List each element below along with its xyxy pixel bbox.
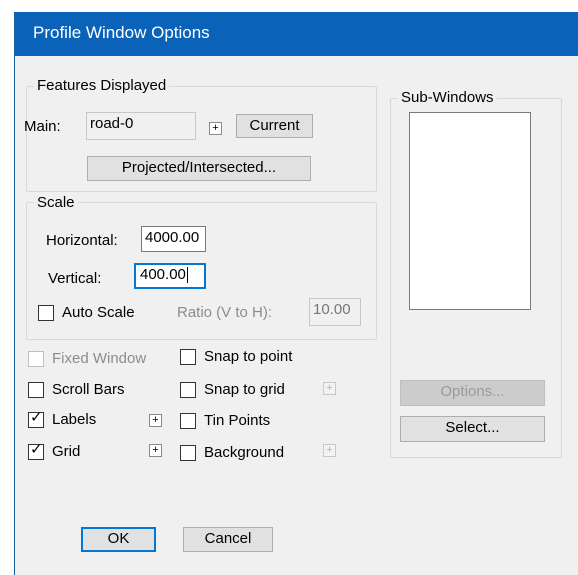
snap-to-point-label[interactable]: Snap to point <box>204 348 292 366</box>
select-button[interactable]: Select... <box>400 416 545 442</box>
dialog-window: Profile Window Options Features Displaye… <box>14 12 578 575</box>
snap-to-grid-checkbox[interactable] <box>180 382 196 398</box>
projected-intersected-button[interactable]: Projected/Intersected... <box>87 156 311 181</box>
auto-scale-checkbox[interactable] <box>38 305 54 321</box>
scroll-bars-label[interactable]: Scroll Bars <box>52 381 125 399</box>
main-expand-plus-icon[interactable]: + <box>209 122 222 135</box>
background-plus-icon: + <box>323 444 336 457</box>
fixed-window-checkbox <box>28 351 44 367</box>
labels-checkbox[interactable]: ✓ <box>28 409 44 428</box>
scroll-bars-checkbox[interactable] <box>28 382 44 398</box>
check-mark-icon: ✓ <box>30 409 43 426</box>
vertical-scale-input[interactable]: 400.00 <box>134 263 206 289</box>
auto-scale-label[interactable]: Auto Scale <box>62 304 135 322</box>
background-label[interactable]: Background <box>204 444 284 462</box>
labels-label[interactable]: Labels <box>52 411 96 429</box>
ratio-field: 10.00 <box>309 298 361 326</box>
vertical-label: Vertical: <box>48 270 102 287</box>
current-button[interactable]: Current <box>236 114 313 138</box>
snap-to-grid-label[interactable]: Snap to grid <box>204 381 285 399</box>
vertical-scale-value: 400.00 <box>140 266 186 283</box>
subwindows-legend: Sub-Windows <box>398 90 497 106</box>
grid-label[interactable]: Grid <box>52 443 80 461</box>
grid-checkbox[interactable]: ✓ <box>28 441 44 460</box>
horizontal-scale-input[interactable]: 4000.00 <box>141 226 206 252</box>
features-legend: Features Displayed <box>34 78 170 94</box>
horizontal-label: Horizontal: <box>46 232 118 249</box>
main-feature-field[interactable]: road-0 <box>86 112 196 140</box>
window-title: Profile Window Options <box>33 23 210 42</box>
background-checkbox[interactable] <box>180 445 196 461</box>
cancel-button[interactable]: Cancel <box>183 527 273 552</box>
labels-expand-plus-icon[interactable]: + <box>149 414 162 427</box>
main-label: Main: <box>24 118 61 135</box>
options-button: Options... <box>400 380 545 406</box>
snap-to-point-checkbox[interactable] <box>180 349 196 365</box>
scale-legend: Scale <box>34 195 78 211</box>
text-caret <box>186 267 188 284</box>
subwindows-list[interactable] <box>409 112 531 310</box>
grid-expand-plus-icon[interactable]: + <box>149 444 162 457</box>
tin-points-checkbox[interactable] <box>180 413 196 429</box>
tin-points-label[interactable]: Tin Points <box>204 412 270 430</box>
ratio-label: Ratio (V to H): <box>177 304 273 321</box>
check-mark-icon: ✓ <box>30 441 43 458</box>
title-bar[interactable]: Profile Window Options <box>15 12 578 56</box>
fixed-window-label: Fixed Window <box>52 350 147 367</box>
snap-to-grid-plus-icon: + <box>323 382 336 395</box>
ok-button[interactable]: OK <box>81 527 156 552</box>
